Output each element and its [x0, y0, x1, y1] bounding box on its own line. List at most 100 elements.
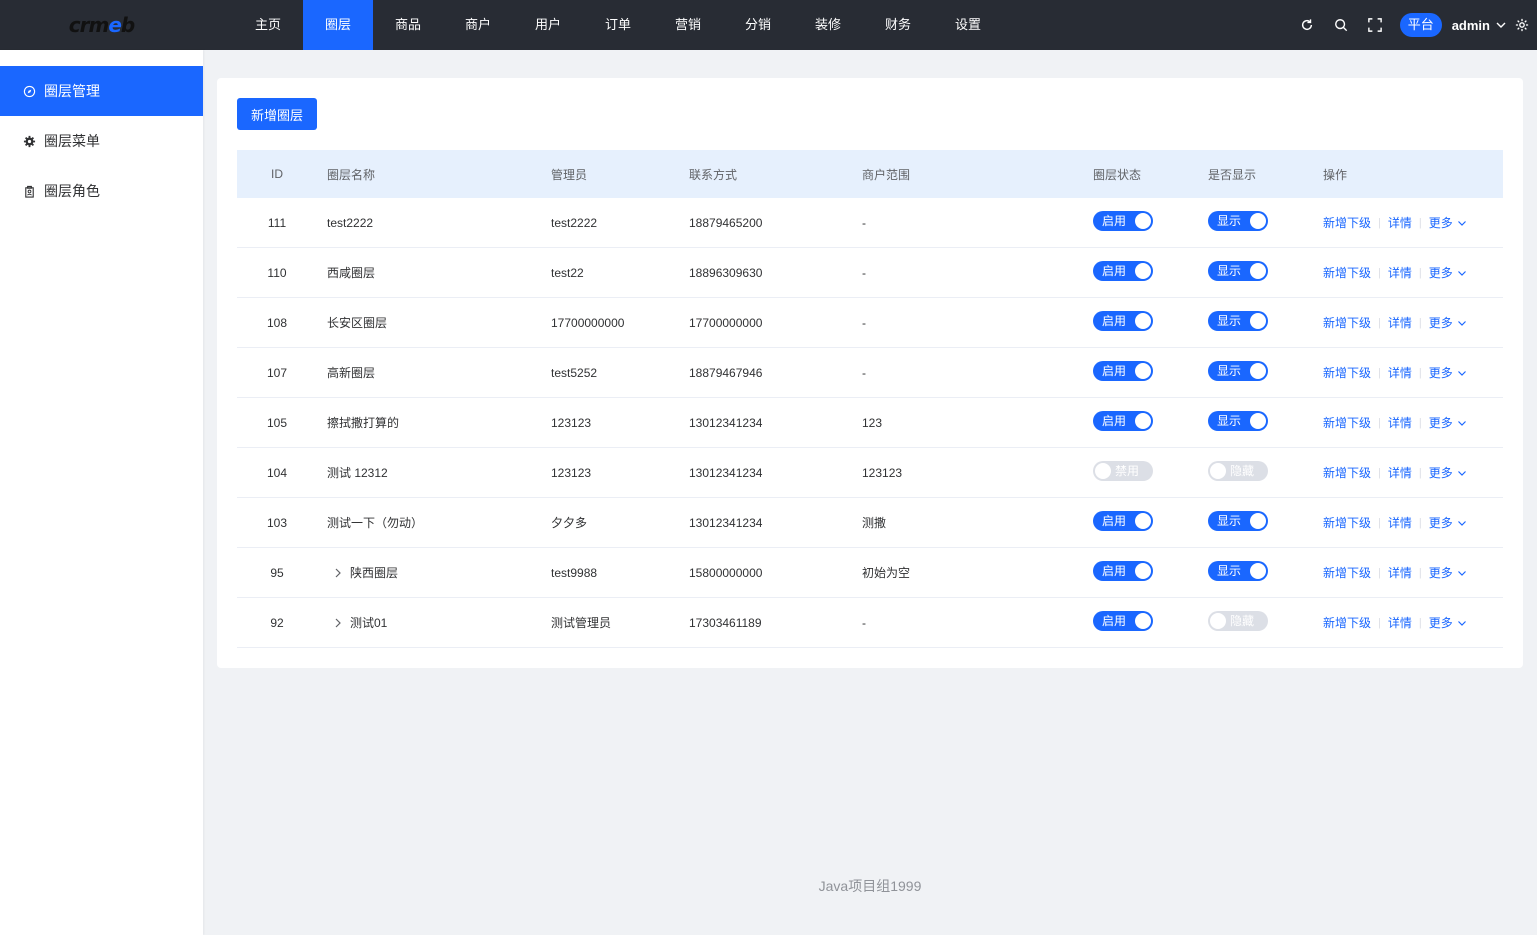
cell-name-text: 高新圈层: [327, 366, 376, 380]
nav-item-0[interactable]: 主页: [233, 0, 303, 50]
show-toggle[interactable]: 显示: [1208, 511, 1268, 531]
table-row: 92 测试01 测试管理员 17303461189 - 启用 隐藏 新增下级 | 详情 | 更多: [237, 598, 1503, 648]
op-separator: |: [1378, 616, 1381, 629]
nav-item-8[interactable]: 装修: [793, 0, 863, 50]
more-dropdown[interactable]: 更多: [1429, 314, 1467, 331]
cell-id: 104: [266, 465, 288, 480]
nav-item-4[interactable]: 用户: [513, 0, 583, 50]
detail-link[interactable]: 详情: [1388, 314, 1412, 331]
show-toggle[interactable]: 显示: [1208, 311, 1268, 331]
nav-item-10[interactable]: 设置: [933, 0, 1003, 50]
nav-item-2[interactable]: 商品: [373, 0, 443, 50]
chevron-down-icon: [1457, 420, 1466, 426]
op-separator: |: [1378, 516, 1381, 529]
more-dropdown[interactable]: 更多: [1429, 564, 1467, 581]
table-row: 103 测试一下（勿动） 夕夕多 13012341234 测撒 启用 显示 新增下级 | 详情 | 更…: [237, 498, 1503, 548]
show-toggle[interactable]: 显示: [1208, 561, 1268, 581]
cell-id: 111: [267, 215, 287, 230]
nav-item-9[interactable]: 财务: [863, 0, 933, 50]
more-dropdown[interactable]: 更多: [1429, 214, 1467, 231]
sidebar-item-layer-menu[interactable]: 圈层菜单: [0, 116, 203, 166]
toggle-knob: [1250, 263, 1266, 279]
status-toggle-label: 禁用: [1115, 464, 1140, 478]
status-toggle[interactable]: 启用: [1093, 311, 1153, 331]
detail-link[interactable]: 详情: [1388, 264, 1412, 281]
cell-name: 长安区圈层: [317, 314, 551, 331]
detail-link[interactable]: 详情: [1388, 564, 1412, 581]
toggle-knob: [1135, 363, 1151, 379]
platform-badge[interactable]: 平台: [1399, 13, 1442, 37]
status-toggle[interactable]: 启用: [1093, 561, 1153, 581]
status-toggle[interactable]: 启用: [1093, 411, 1153, 431]
show-toggle[interactable]: 显示: [1208, 211, 1268, 231]
more-dropdown[interactable]: 更多: [1429, 614, 1467, 631]
toggle-knob: [1135, 213, 1151, 229]
sidebar-item-layer-management[interactable]: 圈层管理: [0, 66, 203, 116]
toggle-knob: [1135, 513, 1151, 529]
cell-id: 95: [270, 565, 284, 580]
user-menu[interactable]: admin: [1452, 18, 1507, 33]
status-toggle[interactable]: 启用: [1093, 211, 1153, 231]
add-child-link[interactable]: 新增下级: [1323, 514, 1371, 531]
show-toggle[interactable]: 隐藏: [1208, 461, 1268, 481]
add-child-link[interactable]: 新增下级: [1323, 314, 1371, 331]
fullscreen-icon[interactable]: [1358, 0, 1392, 50]
op-separator: |: [1418, 266, 1422, 279]
show-toggle[interactable]: 显示: [1208, 361, 1268, 381]
op-separator: |: [1418, 616, 1422, 629]
more-dropdown[interactable]: 更多: [1429, 264, 1467, 281]
show-toggle-label: 隐藏: [1230, 614, 1255, 628]
search-icon[interactable]: [1324, 0, 1358, 50]
more-dropdown[interactable]: 更多: [1429, 414, 1467, 431]
expand-chevron-icon[interactable]: [331, 616, 345, 630]
more-label: 更多: [1428, 266, 1453, 280]
add-child-link[interactable]: 新增下级: [1323, 614, 1371, 631]
add-child-link[interactable]: 新增下级: [1323, 264, 1371, 281]
settings-icon[interactable]: [1507, 0, 1537, 50]
nav-item-5[interactable]: 订单: [583, 0, 653, 50]
more-dropdown[interactable]: 更多: [1429, 464, 1467, 481]
more-dropdown[interactable]: 更多: [1429, 364, 1467, 381]
status-toggle[interactable]: 禁用: [1093, 461, 1153, 481]
more-dropdown[interactable]: 更多: [1429, 514, 1467, 531]
detail-link[interactable]: 详情: [1388, 464, 1412, 481]
cell-range: 123: [862, 415, 883, 430]
status-toggle-label: 启用: [1102, 264, 1127, 278]
detail-link[interactable]: 详情: [1388, 414, 1412, 431]
detail-link[interactable]: 详情: [1388, 214, 1412, 231]
nav-item-6[interactable]: 营销: [653, 0, 723, 50]
status-toggle[interactable]: 启用: [1093, 511, 1153, 531]
refresh-icon[interactable]: [1290, 0, 1324, 50]
cell-ops: 新增下级 | 详情 | 更多: [1323, 464, 1503, 481]
show-toggle[interactable]: 显示: [1208, 411, 1268, 431]
add-child-link[interactable]: 新增下级: [1323, 414, 1371, 431]
toggle-knob: [1210, 463, 1226, 479]
nav-item-7[interactable]: 分销: [723, 0, 793, 50]
cell-ops: 新增下级 | 详情 | 更多: [1323, 264, 1503, 281]
detail-link[interactable]: 详情: [1388, 514, 1412, 531]
cell-admin: 123123: [551, 465, 592, 480]
sidebar: 圈层管理 圈层菜单 圈层角色: [0, 50, 203, 935]
status-toggle[interactable]: 启用: [1093, 611, 1153, 631]
expand-chevron-icon[interactable]: [331, 566, 345, 580]
add-layer-button[interactable]: 新增圈层: [237, 98, 317, 130]
detail-link[interactable]: 详情: [1388, 364, 1412, 381]
cell-range: -: [862, 265, 866, 280]
show-toggle[interactable]: 显示: [1208, 261, 1268, 281]
add-child-link[interactable]: 新增下级: [1323, 464, 1371, 481]
detail-link[interactable]: 详情: [1388, 614, 1412, 631]
nav-item-1[interactable]: 圈层: [303, 0, 373, 50]
status-toggle[interactable]: 启用: [1093, 261, 1153, 281]
cell-id: 107: [266, 365, 288, 380]
sidebar-item-layer-role[interactable]: 圈层角色: [0, 166, 203, 216]
status-toggle[interactable]: 启用: [1093, 361, 1153, 381]
add-child-link[interactable]: 新增下级: [1323, 214, 1371, 231]
nav-item-3[interactable]: 商户: [443, 0, 513, 50]
add-child-link[interactable]: 新增下级: [1323, 564, 1371, 581]
badge-icon: [22, 184, 36, 198]
logo[interactable]: crmeb: [0, 0, 203, 50]
show-toggle-label: 显示: [1217, 514, 1242, 528]
show-toggle[interactable]: 隐藏: [1208, 611, 1268, 631]
toggle-knob: [1250, 213, 1266, 229]
add-child-link[interactable]: 新增下级: [1323, 364, 1371, 381]
